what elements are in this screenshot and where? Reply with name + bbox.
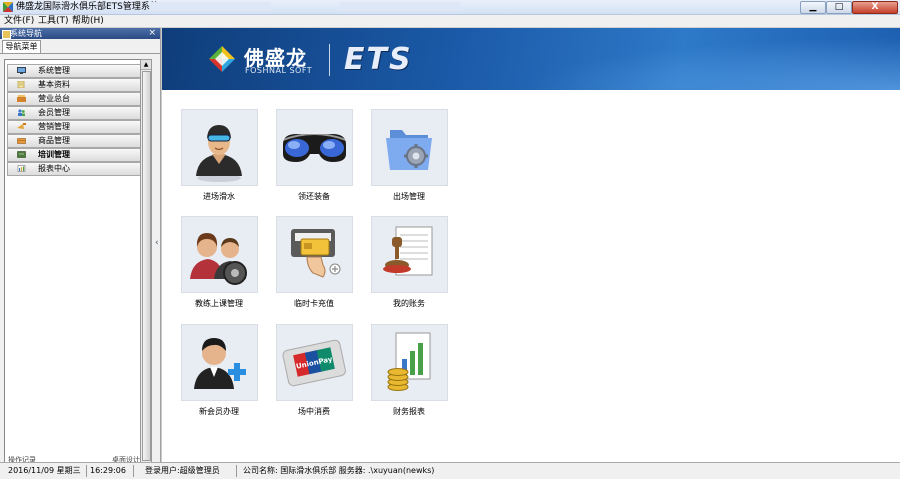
maximize-button[interactable]: □ <box>826 1 852 14</box>
close-button[interactable]: X <box>852 1 898 14</box>
swimmer-icon <box>196 125 242 182</box>
tab-operation-log[interactable]: 操作记录 <box>8 455 36 462</box>
module-onsite-consumption[interactable]: UnionPay <box>276 324 353 401</box>
nav-item-label: 营销管理 <box>38 122 70 131</box>
status-date: 2016/11/09 星期三 <box>8 466 81 475</box>
coach-icon <box>190 233 247 285</box>
brand-name-en: FOSHNAL SOFT <box>245 66 313 75</box>
new-member-icon <box>194 338 246 389</box>
nav-item-label: 培训管理 <box>38 150 70 159</box>
module-label[interactable]: 我的账务 <box>354 298 464 309</box>
nav-item-training[interactable]: 培训管理 <box>7 148 141 162</box>
module-swim-entry[interactable] <box>181 109 258 186</box>
navigation-panel: 系统导航 × 导航菜单 系统管理 基本资料 营业总台 会员管理 营销管理 商品管… <box>0 28 161 473</box>
module-label[interactable]: 教练上课管理 <box>164 298 274 309</box>
nav-item-label: 系统管理 <box>38 66 70 75</box>
module-label[interactable]: 领还装备 <box>259 191 369 202</box>
nav-item-basic-data[interactable]: 基本资料 <box>7 78 141 92</box>
menu-bar: 文件(F) 工具(T) 帮助(H) <box>0 15 900 28</box>
app-logo-icon <box>3 2 13 12</box>
module-card-recharge[interactable] <box>276 216 353 293</box>
minimize-button[interactable]: ▁ <box>800 1 826 14</box>
financial-report-icon <box>387 332 431 391</box>
nav-item-goods[interactable]: 商品管理 <box>7 134 141 148</box>
status-company: 公司名称: 国际滑水俱乐部 服务器: .\xuyuan(newks) <box>243 466 435 475</box>
close-panel-icon[interactable]: × <box>148 28 156 39</box>
window-title: 佛盛龙国际滑水俱乐部ETS管理系统 <box>16 2 159 12</box>
collapse-panel-icon[interactable]: ‹ <box>155 238 159 248</box>
nav-item-label: 营业总台 <box>38 94 70 103</box>
module-label[interactable]: 进场滑水 <box>164 191 274 202</box>
nav-item-label: 基本资料 <box>38 80 70 89</box>
scroll-up-icon[interactable]: ▲ <box>141 60 151 70</box>
title-blur <box>150 2 270 11</box>
main-content: 佛盛龙 FOSHNAL SOFT ETS 进场滑水 领还装备 出场管理 教练上课… <box>161 28 900 462</box>
title-bar: 佛盛龙国际滑水俱乐部ETS管理系统 ▁ □ X <box>0 0 900 15</box>
training-icon <box>17 151 26 158</box>
status-time: 16:29:06 <box>90 466 126 475</box>
status-user: 登录用户:超级管理员 <box>145 466 220 475</box>
banner-decoration <box>462 28 900 90</box>
product-name: ETS <box>344 42 413 77</box>
nav-item-front-desk[interactable]: 营业总台 <box>7 92 141 106</box>
goods-icon <box>17 138 26 144</box>
status-divider <box>236 465 237 477</box>
tab-navigation-menu[interactable]: 导航菜单 <box>2 40 41 53</box>
module-new-member[interactable] <box>181 324 258 401</box>
module-my-accounts[interactable] <box>371 216 448 293</box>
unionpay-card-icon: UnionPay <box>282 339 346 387</box>
nav-item-reports[interactable]: 报表中心 <box>7 162 141 176</box>
nav-item-marketing[interactable]: 营销管理 <box>7 120 141 134</box>
nav-item-label: 会员管理 <box>38 108 70 117</box>
counter-icon <box>17 95 26 102</box>
brand-banner: 佛盛龙 FOSHNAL SOFT ETS <box>162 28 900 90</box>
bottom-tab-strip: 操作记录 桌面设计 <box>0 455 160 462</box>
stamp-document-icon <box>383 226 433 276</box>
menu-tools[interactable]: 工具(T) <box>38 15 69 27</box>
folder-gear-icon <box>386 130 432 170</box>
marketing-icon <box>17 123 26 129</box>
tab-desktop-design[interactable]: 桌面设计 <box>112 455 140 462</box>
status-divider <box>133 465 134 477</box>
module-label[interactable]: 场中消费 <box>259 406 369 417</box>
members-icon <box>18 109 25 116</box>
module-label[interactable]: 出场管理 <box>354 191 464 202</box>
card-reader-icon <box>291 229 341 278</box>
scrollbar-thumb[interactable] <box>142 71 151 461</box>
navigation-tab-strip: 导航菜单 <box>0 39 160 54</box>
navigation-panel-header: 系统导航 × <box>0 28 160 39</box>
status-divider <box>86 465 87 477</box>
navigation-panel-title: 系统导航 <box>10 29 42 38</box>
brand-separator <box>329 44 330 76</box>
module-financial-report[interactable] <box>371 324 448 401</box>
report-icon <box>17 165 26 172</box>
monitor-icon <box>17 67 26 74</box>
nav-item-members[interactable]: 会员管理 <box>7 106 141 120</box>
nav-item-label: 商品管理 <box>38 136 70 145</box>
menu-help[interactable]: 帮助(H) <box>72 15 104 27</box>
navigation-scrollbar[interactable]: ▲ ▼ <box>140 59 152 473</box>
nav-item-label: 报表中心 <box>38 164 70 173</box>
module-exit[interactable] <box>371 109 448 186</box>
module-label[interactable]: 财务报表 <box>354 406 464 417</box>
title-blur <box>340 2 460 11</box>
module-label[interactable]: 临时卡充值 <box>259 298 369 309</box>
goggles-icon <box>282 133 347 162</box>
module-coach-class[interactable] <box>181 216 258 293</box>
module-equipment[interactable] <box>276 109 353 186</box>
nav-item-system[interactable]: 系统管理 <box>7 64 141 78</box>
module-label[interactable]: 新会员办理 <box>164 406 274 417</box>
menu-file[interactable]: 文件(F) <box>4 15 34 27</box>
status-bar: 2016/11/09 星期三 16:29:06 登录用户:超级管理员 公司名称:… <box>0 462 900 479</box>
document-icon <box>17 81 25 88</box>
navigation-menu-list: 系统管理 基本资料 营业总台 会员管理 营销管理 商品管理 培训管理 报表中心 <box>4 59 142 471</box>
brand-logo-icon <box>209 46 235 72</box>
